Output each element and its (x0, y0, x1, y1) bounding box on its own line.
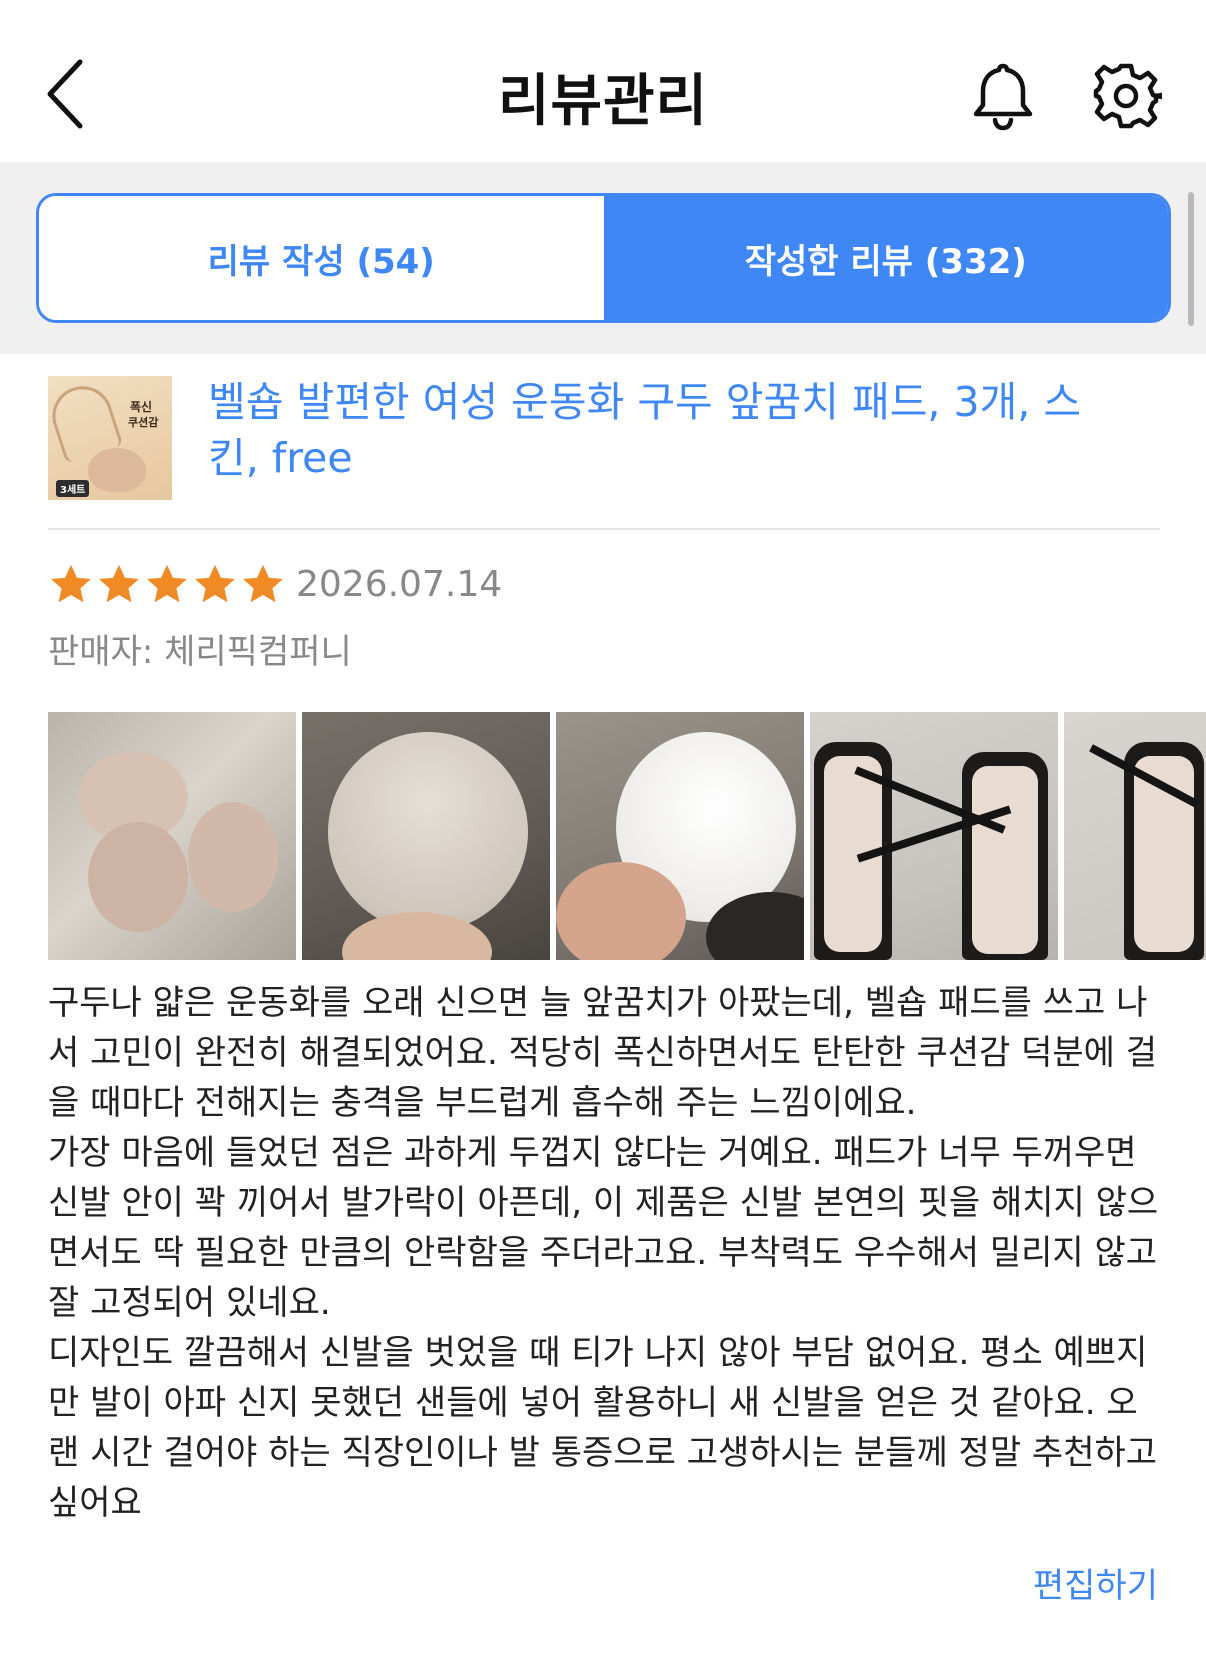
tab-write-review[interactable]: 리뷰 작성 (54) (39, 196, 604, 320)
star-icon (195, 564, 235, 603)
thumbnail-badge-line2: 쿠션감 (128, 416, 159, 429)
divider (48, 528, 1160, 530)
review-photo[interactable] (556, 712, 804, 960)
review-photo[interactable] (810, 712, 1058, 960)
edit-review-button[interactable]: 편집하기 (1033, 1558, 1158, 1607)
review-photo[interactable] (48, 712, 296, 960)
seller-name: 판매자: 체리픽컴퍼니 (48, 632, 352, 672)
review-photos[interactable] (48, 712, 1206, 962)
notifications-button[interactable] (970, 60, 1036, 132)
gear-icon (1093, 63, 1165, 129)
bell-icon (973, 63, 1033, 131)
review-paragraph: 가장 마음에 들었던 점은 과하게 두껍지 않다는 거예요. 패드가 너무 두꺼… (48, 1133, 1159, 1323)
app-header: 리뷰관리 (0, 0, 1206, 162)
tab-written-reviews[interactable]: 작성한 리뷰 (332) (603, 196, 1168, 320)
settings-button[interactable] (1090, 60, 1165, 132)
star-icon (243, 564, 283, 603)
star-icon (147, 564, 187, 603)
thumbnail-set-label: 3세트 (56, 480, 90, 497)
tab-area: 리뷰 작성 (54) 작성한 리뷰 (332) (0, 162, 1206, 354)
star-icon (99, 564, 139, 603)
review-tabs: 리뷰 작성 (54) 작성한 리뷰 (332) (36, 193, 1171, 323)
review-photo[interactable] (1064, 712, 1206, 960)
review-paragraph: 디자인도 깔끔해서 신발을 벗었을 때 티가 나지 않아 부담 없어요. 평소 … (48, 1333, 1158, 1523)
thumbnail-badge-line1: 폭신 (130, 400, 153, 414)
review-photo[interactable] (302, 712, 550, 960)
review-paragraph: 구두나 얇은 운동화를 오래 신으면 늘 앞꿈치가 아팠는데, 벨숍 패드를 쓰… (48, 983, 1158, 1123)
star-icon (51, 564, 91, 603)
review-body: 구두나 얇은 운동화를 오래 신으면 늘 앞꿈치가 아팠는데, 벨숍 패드를 쓰… (48, 978, 1160, 1528)
star-rating (48, 562, 286, 610)
review-date: 2026.07.14 (296, 564, 503, 605)
scrollbar[interactable] (1188, 192, 1194, 326)
product-item[interactable]: 폭신 쿠션감 3세트 벨숍 발편한 여성 운동화 구두 앞꿈치 패드, 3개, … (48, 376, 1160, 526)
product-thumbnail: 폭신 쿠션감 3세트 (48, 376, 172, 500)
product-name-link[interactable]: 벨숍 발편한 여성 운동화 구두 앞꿈치 패드, 3개, 스킨, free (208, 374, 1108, 486)
